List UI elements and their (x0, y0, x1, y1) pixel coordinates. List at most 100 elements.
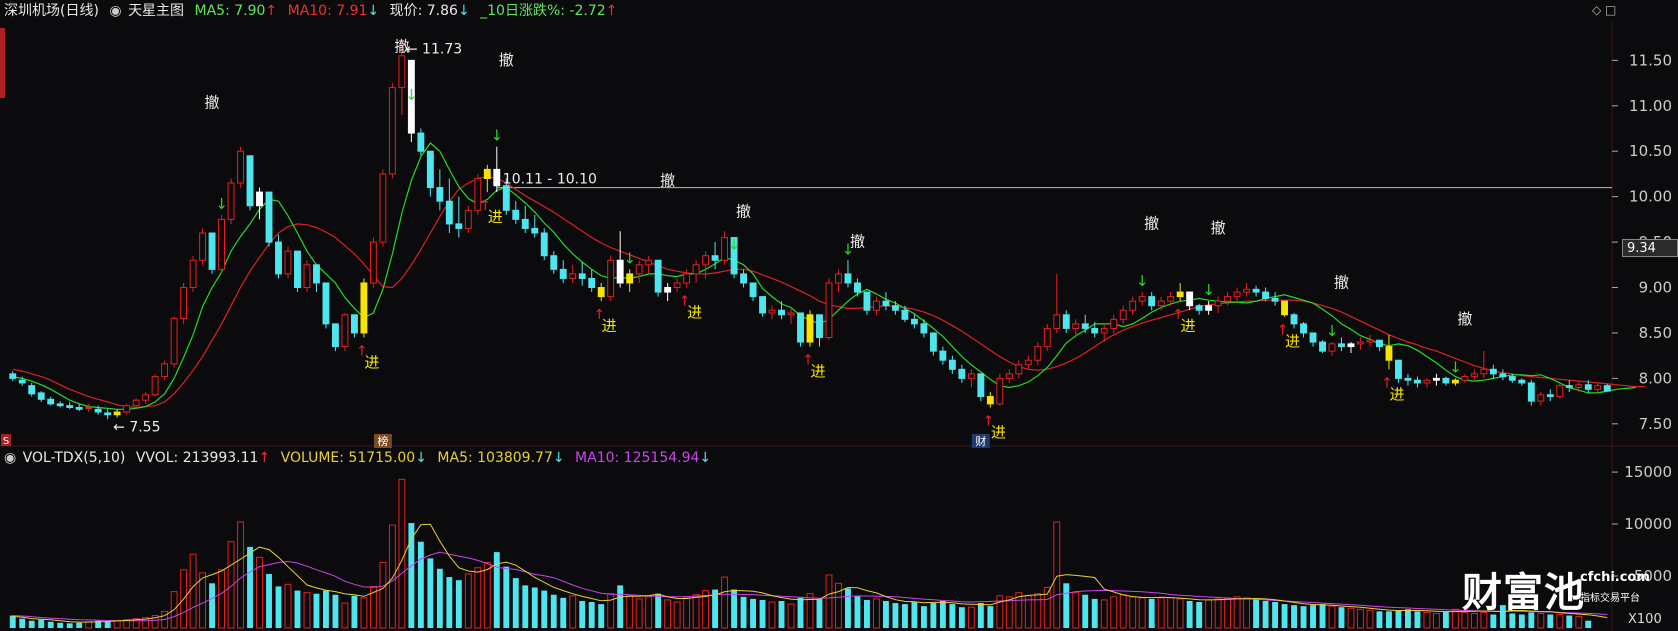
candle-body (654, 259, 662, 293)
candle-body (1290, 314, 1298, 325)
candle-body (227, 182, 235, 220)
volume-bar (1310, 605, 1316, 628)
candle-body (626, 273, 634, 284)
enter-signal-label: 进 (1389, 385, 1404, 403)
candle-body (1338, 343, 1345, 348)
candle-body (256, 191, 263, 207)
volume-bar (872, 598, 880, 629)
volume-bar (1063, 583, 1070, 628)
candle-body (94, 408, 102, 413)
candle-body (607, 259, 615, 298)
cancel-signal-label: 撤 (1211, 219, 1226, 237)
volume-bar (1005, 596, 1013, 629)
candle-body (1575, 384, 1583, 388)
candle-body (1195, 305, 1203, 311)
volume-bar (626, 595, 634, 629)
candle-body (275, 241, 282, 275)
vol-ma10-readout: MA10: 125154.94↓ (575, 450, 712, 466)
candle-body (284, 250, 292, 275)
volume-bar (218, 569, 225, 629)
candle-body (901, 309, 909, 320)
candle-body (1186, 291, 1194, 307)
volume-bar (607, 593, 615, 629)
candle-body (977, 373, 985, 398)
candle-body (891, 305, 899, 311)
candle-body (1167, 296, 1175, 302)
volume-bar (189, 553, 197, 629)
volume-bar (1167, 597, 1175, 629)
candle-body (512, 209, 520, 220)
candle-body (597, 287, 605, 298)
candle-body (1395, 359, 1402, 379)
candle-body (1005, 373, 1013, 379)
volume-bar (1091, 598, 1098, 628)
candle-body (835, 273, 842, 284)
volume-indicator-name[interactable]: VOL-TDX(5,10) (23, 450, 126, 466)
volume-bar (1300, 606, 1307, 628)
candle-body (151, 376, 159, 396)
volume-bar (1148, 598, 1155, 628)
candle-body (1376, 339, 1383, 348)
cancel-signal-label: 撤 (660, 172, 675, 190)
cancel-signal-label: 撤 (1457, 310, 1472, 328)
volume-bar (1205, 599, 1213, 629)
volume-gear-icon[interactable]: ◉ (4, 450, 16, 466)
volume-bar (655, 593, 662, 628)
volume-bar (1053, 521, 1061, 629)
vvol-up-arrow: ↑ (258, 450, 271, 466)
volume-bar (778, 600, 785, 628)
candle-body (113, 411, 121, 416)
volume-bar (66, 623, 73, 628)
candle-body (787, 312, 795, 316)
sell-arrow-icon: ↓ (1449, 358, 1462, 376)
candle-body (85, 406, 93, 409)
volume-bar (1404, 609, 1411, 628)
indicator-gear-icon[interactable]: ◉ (109, 3, 121, 19)
volume-bar (864, 599, 870, 628)
indicator-name[interactable]: 天星主图 (128, 3, 184, 19)
volume-bar (417, 541, 424, 628)
volume-bar (768, 601, 776, 629)
candle-body (493, 168, 501, 187)
volume-bar (664, 599, 672, 629)
chart-canvas[interactable]: 11.5011.0010.5010.009.509.008.508.007.50… (0, 0, 1678, 631)
volume-bar (47, 621, 54, 628)
candle-body (702, 255, 710, 266)
volume-bar (531, 587, 538, 628)
candle-body (872, 300, 880, 311)
volume-bar (379, 562, 387, 629)
y-tick-label: 10.50 (1629, 142, 1672, 160)
volume-bar (1432, 612, 1440, 629)
sell-arrow-icon: ↓ (1326, 322, 1339, 340)
candle-body (322, 282, 330, 325)
volume-bar (1119, 594, 1127, 629)
candle-body (1527, 382, 1535, 402)
volume-bar (892, 603, 899, 628)
cancel-signal-label: 撤 (850, 233, 865, 251)
volume-bar (1138, 597, 1146, 629)
volume-bar (1414, 611, 1421, 628)
volume-bar (474, 567, 482, 629)
enter-signal-label: 进 (488, 208, 503, 226)
candle-body (806, 314, 814, 343)
scroll-handle (0, 28, 5, 98)
candle-body (1262, 291, 1270, 299)
volume-bar (683, 597, 691, 629)
candle-body (1015, 364, 1023, 375)
watermark-brand: 财富池 (1462, 570, 1585, 616)
panel-controls-icon[interactable]: ◇ □ (1592, 3, 1616, 17)
candle-body (28, 385, 36, 395)
candle-body (1489, 368, 1497, 375)
vvol-readout: VVOL: 213993.11↑ (135, 450, 271, 466)
stock-title[interactable]: 深圳机场(日线) (4, 3, 99, 19)
candle-body (1252, 288, 1260, 293)
volume-bar (1024, 595, 1032, 629)
candle-body (189, 259, 197, 289)
candle-body (1024, 359, 1032, 366)
volume-bar (569, 595, 577, 629)
candle-body (199, 232, 207, 261)
volume-bar (750, 598, 756, 628)
volume-bar (455, 580, 462, 628)
volume-unit-label: X100 (1628, 612, 1662, 627)
finance-badge-label: 财 (975, 434, 986, 448)
